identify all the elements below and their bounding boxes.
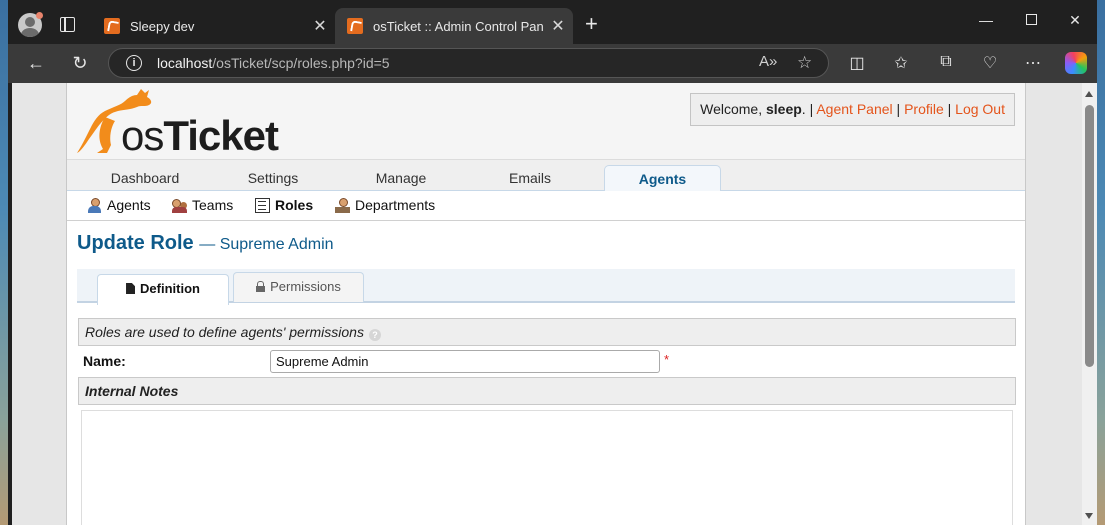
document-icon — [126, 283, 136, 294]
site-info-icon[interactable]: i — [126, 55, 142, 71]
back-arrow-icon[interactable]: ← — [24, 52, 48, 74]
nav-tab-agents[interactable]: Agents — [604, 165, 721, 193]
help-icon[interactable]: ? — [368, 329, 381, 341]
osticket-page: osTicket Welcome, sleep. | Agent Panel |… — [66, 83, 1026, 525]
nav-tab-emails[interactable]: Emails — [465, 165, 595, 191]
scrollbar-thumb[interactable] — [1085, 105, 1094, 367]
scroll-down-arrow-icon[interactable] — [1085, 513, 1093, 519]
new-tab-plus-icon[interactable]: + — [585, 13, 598, 35]
subnav-item-agents[interactable]: Agents — [87, 197, 151, 213]
tab-permissions[interactable]: Permissions — [233, 272, 364, 302]
required-marker: * — [664, 352, 670, 367]
tab-title: osTicket :: Admin Control Panel — [373, 18, 543, 34]
roles-info-header: Roles are used to define agents' permiss… — [78, 318, 1016, 346]
sub-nav: Agents Teams Roles Departments — [67, 191, 1025, 221]
close-tab-icon[interactable]: ✕ — [543, 16, 573, 36]
agent-panel-link[interactable]: Agent Panel — [816, 101, 892, 117]
page-viewport: osTicket Welcome, sleep. | Agent Panel |… — [12, 83, 1082, 525]
profile-link[interactable]: Profile — [904, 101, 944, 117]
osticket-logo[interactable]: osTicket — [75, 87, 279, 159]
internal-notes-editor[interactable] — [81, 410, 1013, 525]
subnav-item-departments[interactable]: Departments — [335, 197, 435, 213]
address-bar[interactable]: i localhost/osTicket/scp/roles.php?id=5 … — [108, 48, 829, 78]
tab-definition[interactable]: Definition — [97, 274, 229, 305]
form-tabs: Definition Permissions — [77, 269, 1015, 305]
nav-tab-dashboard[interactable]: Dashboard — [81, 165, 209, 191]
username: sleep — [765, 101, 802, 117]
name-row: Name: * — [78, 346, 1016, 377]
browser-tab-sleepy-dev[interactable]: Sleepy dev ✕ — [92, 8, 335, 44]
roles-list-icon — [255, 197, 270, 213]
subnav-item-roles[interactable]: Roles — [255, 197, 313, 213]
close-window-icon[interactable]: ✕ — [1052, 12, 1097, 29]
osticket-favicon-icon — [104, 18, 120, 34]
favorites-icon[interactable]: ✩ — [889, 53, 913, 73]
browser-tab-admin-panel[interactable]: osTicket :: Admin Control Panel ✕ — [335, 8, 573, 44]
name-input[interactable] — [270, 350, 660, 373]
nav-tab-settings[interactable]: Settings — [209, 165, 337, 191]
logout-link[interactable]: Log Out — [955, 101, 1005, 117]
lock-icon — [256, 281, 266, 292]
read-aloud-icon[interactable]: A» — [759, 53, 777, 70]
maximize-icon[interactable] — [1008, 12, 1054, 28]
reload-icon[interactable]: ↻ — [68, 52, 92, 74]
teams-icon — [172, 198, 187, 213]
page-title: Update Role — Supreme Admin — [77, 232, 334, 254]
main-nav: Dashboard Settings Manage Emails Agents — [67, 159, 1025, 193]
welcome-box: Welcome, sleep. | Agent Panel | Profile … — [690, 93, 1015, 126]
scroll-up-arrow-icon[interactable] — [1085, 91, 1093, 97]
agent-icon — [87, 197, 102, 213]
subnav-item-teams[interactable]: Teams — [172, 197, 233, 213]
notification-dot — [36, 12, 43, 19]
url-text: localhost/osTicket/scp/roles.php?id=5 — [157, 55, 390, 71]
close-tab-icon[interactable]: ✕ — [305, 16, 335, 36]
tab-actions-icon[interactable] — [60, 17, 75, 32]
tab-title: Sleepy dev — [130, 18, 195, 34]
osticket-favicon-icon — [347, 18, 363, 34]
page-scrollbar[interactable] — [1082, 83, 1097, 525]
browser-toolbar: ← ↻ i localhost/osTicket/scp/roles.php?i… — [8, 44, 1097, 83]
collections-icon[interactable]: ⧉ — [934, 53, 958, 71]
page-subtitle: — Supreme Admin — [199, 236, 334, 253]
split-screen-icon[interactable]: ◫ — [845, 53, 869, 73]
internal-notes-header: Internal Notes — [78, 377, 1016, 405]
nav-tab-manage[interactable]: Manage — [337, 165, 465, 191]
browser-essentials-icon[interactable]: ♡ — [978, 53, 1002, 73]
browser-window: Sleepy dev ✕ osTicket :: Admin Control P… — [8, 0, 1097, 525]
more-menu-icon[interactable]: ⋯ — [1021, 53, 1045, 73]
page-header: osTicket Welcome, sleep. | Agent Panel |… — [67, 83, 1025, 159]
favorite-star-icon[interactable]: ☆ — [797, 53, 812, 73]
name-label: Name: — [83, 353, 126, 369]
department-icon — [335, 197, 350, 213]
copilot-icon[interactable] — [1065, 52, 1087, 74]
logo-wordmark: osTicket — [121, 112, 279, 159]
minimize-icon[interactable]: — — [963, 12, 1009, 28]
tab-strip: Sleepy dev ✕ osTicket :: Admin Control P… — [8, 0, 1097, 44]
